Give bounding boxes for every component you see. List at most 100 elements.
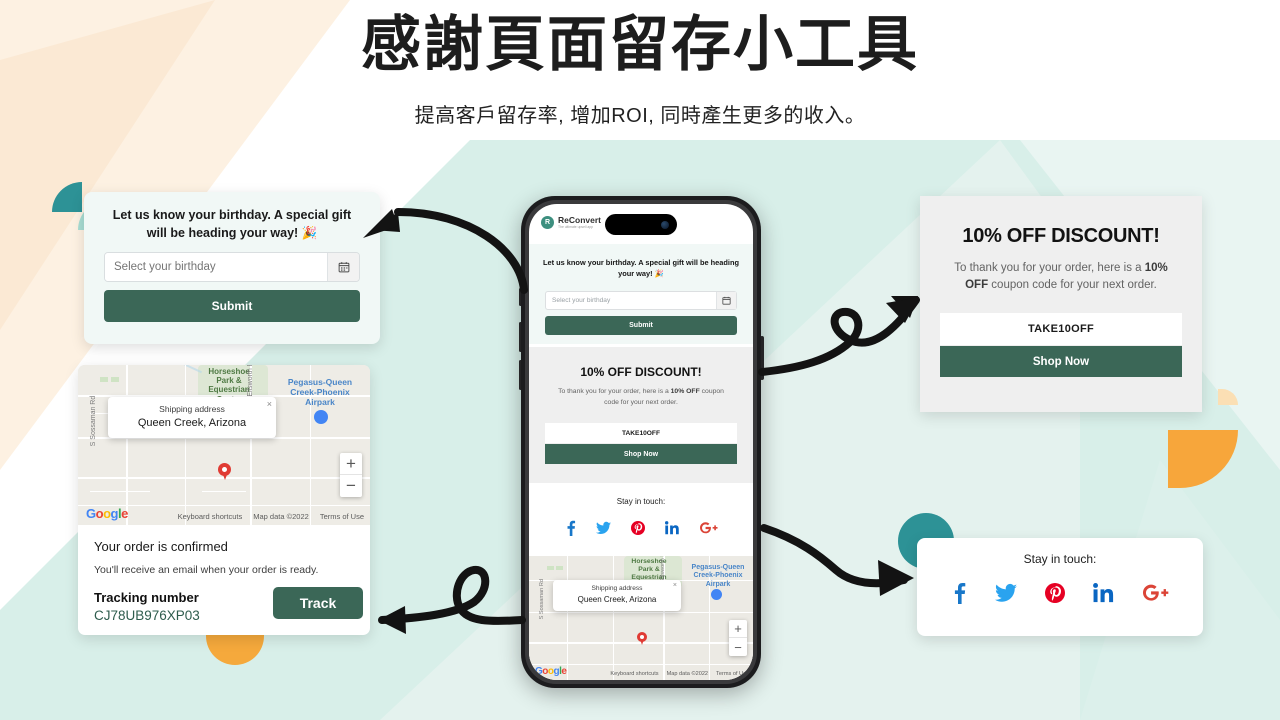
phone-map-zoom-controls[interactable]: + −	[729, 620, 747, 656]
map-green-block-2	[111, 377, 119, 382]
phone-tooltip-value: Queen Creek, Arizona	[577, 595, 657, 604]
phone-submit-button[interactable]: Submit	[545, 316, 737, 335]
phone-map-label-sossaman: S Sossaman Rd	[538, 579, 545, 620]
social-title: Stay in touch:	[1023, 552, 1097, 566]
phone-discount-desc-bold: 10% OFF	[670, 388, 700, 395]
map-terms-link[interactable]: Terms of Use	[320, 512, 364, 521]
map-label-sossaman: S Sossaman Rd	[89, 395, 97, 447]
map-road-minor-3	[202, 491, 246, 493]
phone-social-title: Stay in touch:	[616, 497, 666, 506]
phone-googleplus-icon[interactable]	[699, 521, 718, 535]
phone-twitter-icon[interactable]	[595, 521, 611, 535]
phone-birthday-input[interactable]: Select your birthday	[545, 291, 737, 310]
map-green-block-1	[100, 377, 108, 382]
map-zoom-in-button[interactable]: +	[340, 453, 362, 475]
reconvert-logo: R ReConvert The ultimate upsell app	[541, 216, 601, 230]
phone-map-road-h2	[529, 612, 753, 614]
phone-map-road-v1	[567, 556, 569, 680]
map-zoom-out-button[interactable]: −	[340, 475, 362, 497]
birthday-input-row[interactable]	[104, 252, 360, 282]
phone-discount-section: 10% OFF DISCOUNT! To thank you for your …	[529, 347, 753, 483]
phone-coupon-code[interactable]: TAKE10OFF	[545, 423, 737, 443]
phone-discount-desc-pre: To thank you for your order, here is a	[558, 388, 671, 395]
map-label-park-l3: Equestrian	[208, 385, 250, 395]
reconvert-logo-tagline: The ultimate upsell app	[558, 225, 594, 229]
map-label-airpark-l3: Airpark	[305, 397, 335, 408]
map-zoom-controls[interactable]: + −	[340, 453, 362, 497]
phone-tooltip-label: Shipping address	[591, 585, 643, 592]
map-label-airpark-l2: Creek-Phoenix	[290, 387, 350, 398]
phone-tooltip-close-icon[interactable]: ×	[673, 582, 677, 589]
map-road-v1	[126, 365, 128, 525]
discount-widget-card: 10% OFF DISCOUNT! To thank you for your …	[920, 196, 1202, 412]
phone-camera-icon	[661, 220, 669, 229]
phone-calendar-icon[interactable]	[716, 292, 736, 309]
phone-map-green-1	[547, 566, 554, 570]
map-location-pin	[218, 463, 231, 481]
order-confirmation-card: Horseshoe Park & Equestrian Centre S Sos…	[78, 365, 370, 635]
tooltip-close-icon[interactable]: ×	[267, 399, 272, 409]
twitter-icon[interactable]	[995, 583, 1017, 603]
track-order-button[interactable]: Track	[273, 587, 363, 619]
phone-shipping-map[interactable]: Horseshoe Park & Equestrian Centre S Sos…	[529, 556, 753, 680]
phone-social-section: Stay in touch:	[529, 487, 753, 557]
order-heading: Your order is confirmed	[94, 539, 228, 554]
shipping-address-tooltip: × Shipping address Queen Creek, Arizona	[108, 397, 276, 438]
calendar-icon[interactable]	[327, 253, 359, 281]
birthday-widget-card: Let us know your birthday. A special gif…	[84, 192, 380, 344]
phone-pinterest-icon[interactable]	[630, 521, 645, 535]
map-footer: Keyboard shortcuts Map data ©2022 Terms …	[178, 512, 364, 521]
coupon-code-box[interactable]: TAKE10OFF	[940, 313, 1182, 345]
phone-map-zoom-out[interactable]: −	[729, 638, 747, 656]
phone-linkedin-icon[interactable]	[664, 521, 680, 535]
map-label-airpark: Pegasus-Queen Creek-Phoenix Airpark	[274, 377, 366, 408]
page-title: 感謝頁面留存小工具	[361, 10, 919, 80]
phone-social-row	[529, 520, 753, 536]
pinterest-icon[interactable]	[1045, 583, 1065, 603]
shipping-map[interactable]: Horseshoe Park & Equestrian Centre S Sos…	[78, 365, 370, 525]
phone-map-pin	[637, 632, 647, 646]
reconvert-logo-mark: R	[541, 216, 554, 230]
phone-map-road-h4	[529, 664, 753, 666]
map-airport-marker	[314, 410, 328, 424]
phone-map-airpark-l3: Airpark	[705, 580, 731, 588]
google-logo: Google	[86, 506, 128, 521]
tooltip-label: Shipping address	[159, 404, 225, 414]
page-header: 感謝頁面留存小工具 提高客戶留存率, 增加ROI, 同時產生更多的收入。	[0, 0, 1280, 128]
linkedin-icon[interactable]	[1093, 583, 1115, 603]
phone-map-airpark-l1: Pegasus-Queen	[691, 564, 745, 571]
phone-map-zoom-in[interactable]: +	[729, 620, 747, 638]
phone-map-airport-marker	[711, 589, 722, 600]
shop-now-button[interactable]: Shop Now	[940, 346, 1182, 377]
facebook-icon[interactable]	[951, 582, 967, 604]
phone-mockup: R ReConvert The ultimate upsell app Let …	[518, 196, 764, 688]
map-keyboard-shortcuts[interactable]: Keyboard shortcuts	[178, 512, 243, 521]
map-data-credit: Map data ©2022	[253, 512, 309, 521]
phone-facebook-icon[interactable]	[565, 520, 576, 536]
tooltip-value: Queen Creek, Arizona	[137, 417, 247, 429]
phone-shop-now-button[interactable]: Shop Now	[545, 444, 737, 464]
map-road-minor-2	[90, 491, 150, 493]
phone-birthday-section: Let us know your birthday. A special gif…	[529, 244, 753, 344]
map-label-park-l2: Park &	[216, 376, 242, 386]
phone-google-logo: Google	[535, 666, 567, 677]
phone-birthday-title: Let us know your birthday. A special gif…	[542, 258, 739, 278]
googleplus-icon[interactable]	[1143, 583, 1169, 603]
phone-birthday-placeholder: Select your birthday	[552, 297, 611, 304]
birthday-submit-button[interactable]: Submit	[104, 290, 360, 322]
phone-map-keyboard-shortcuts[interactable]: Keyboard shortcuts	[610, 671, 658, 677]
phone-map-airpark-l2: Creek-Phoenix	[693, 572, 743, 580]
phone-map-park-l2: Park &	[638, 565, 660, 573]
phone-map-terms-link[interactable]: Terms of Use	[716, 671, 749, 677]
order-subtext: You'll receive an email when your order …	[94, 564, 319, 576]
phone-notch	[605, 214, 677, 235]
page-subtitle: 提高客戶留存率, 增加ROI, 同時產生更多的收入。	[414, 105, 866, 127]
phone-map-green-2	[556, 566, 563, 570]
discount-desc-pre: To thank you for your order, here is a	[954, 262, 1145, 274]
map-label-park-l1: Horseshoe	[208, 367, 250, 376]
birthday-date-input[interactable]	[105, 253, 327, 281]
discount-title: 10% OFF DISCOUNT!	[962, 225, 1160, 247]
phone-screen: R ReConvert The ultimate upsell app Let …	[529, 204, 753, 680]
social-widget-card: Stay in touch:	[917, 538, 1203, 636]
phone-map-footer: Keyboard shortcuts Map data ©2022 Terms …	[610, 671, 749, 677]
